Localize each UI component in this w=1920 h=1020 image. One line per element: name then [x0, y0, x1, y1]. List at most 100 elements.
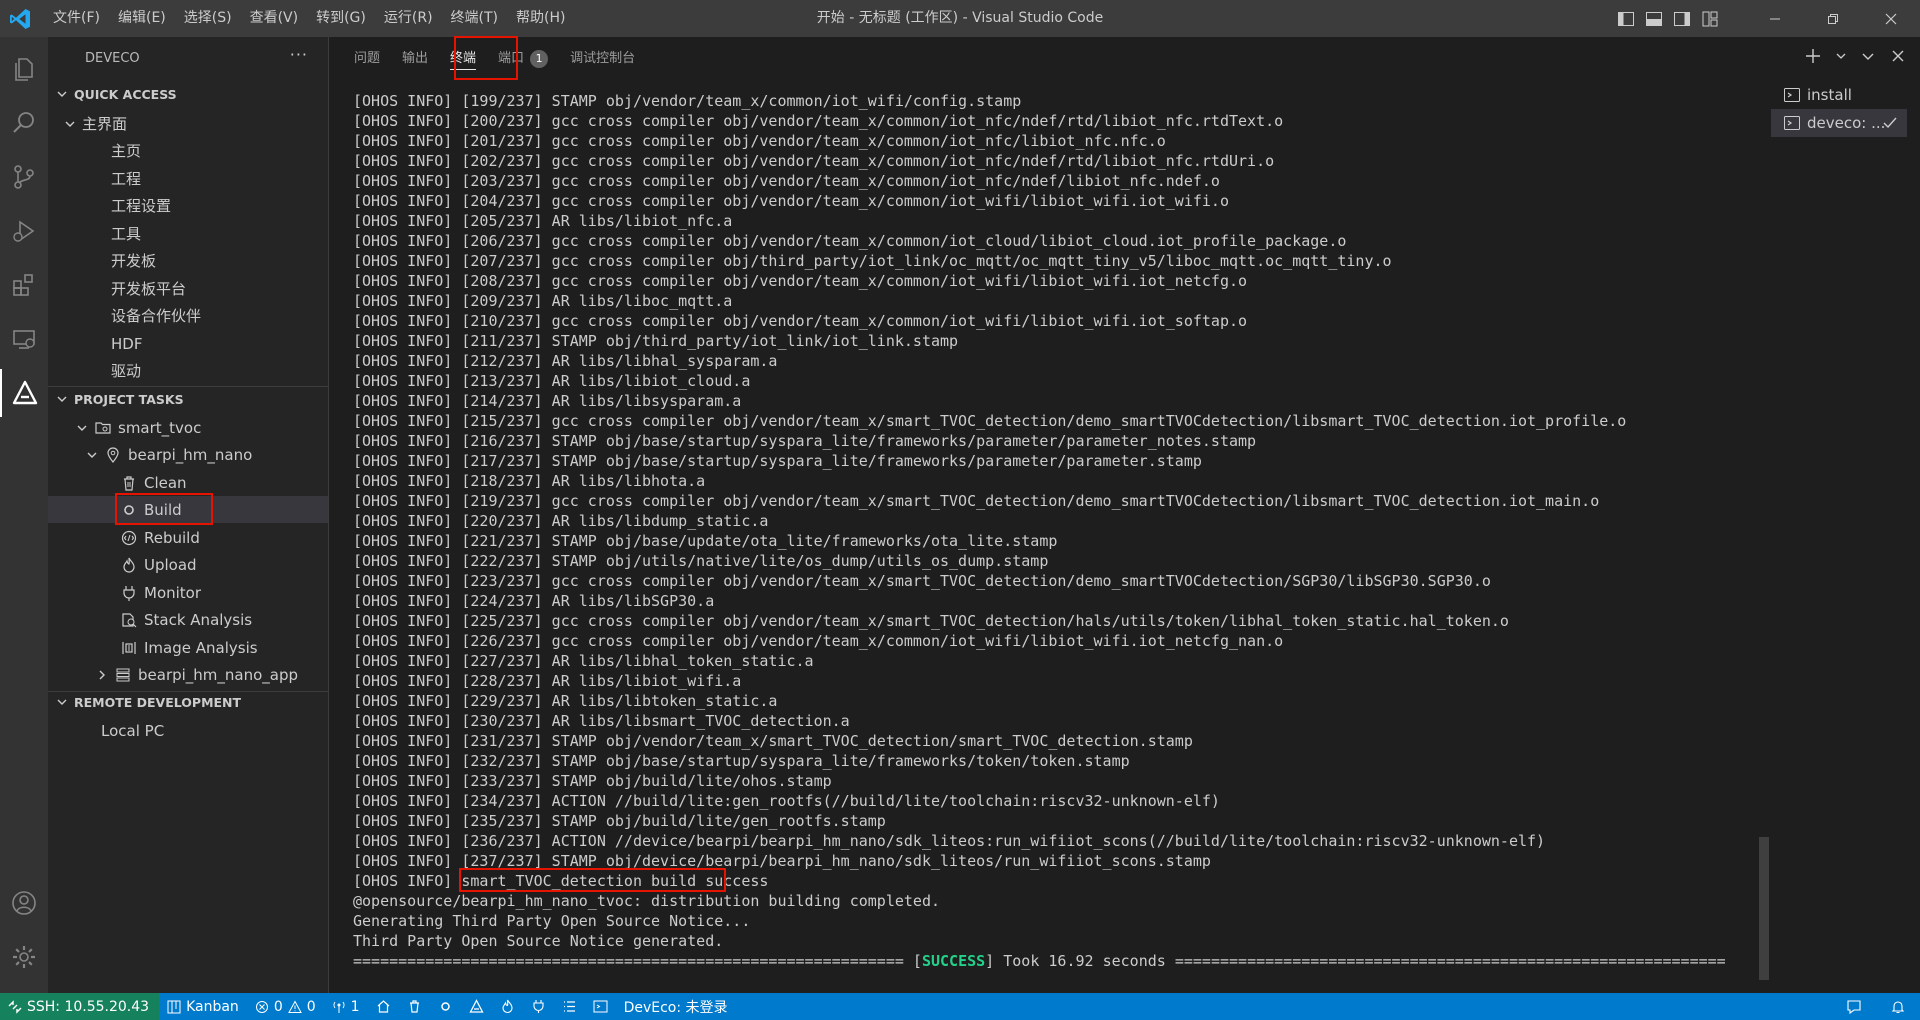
terminal-line: [OHOS INFO] [229/237] AR libs/libtoken_s… [353, 691, 1920, 711]
terminal-line-text: [OHOS INFO] [229/237] AR libs/libtoken_s… [353, 692, 778, 710]
tree-project[interactable]: smart_tvoc [48, 414, 328, 441]
error-icon [255, 1000, 269, 1014]
terminal-line-text: [OHOS INFO] [233/237] STAMP obj/build/li… [353, 772, 832, 790]
terminal-line: [OHOS INFO] [207/237] gcc cross compiler… [353, 251, 1920, 271]
task-clean[interactable]: Clean [48, 469, 328, 496]
terminal-line: [OHOS INFO] [216/237] STAMP obj/base/sta… [353, 431, 1920, 451]
task-upload[interactable]: Upload [48, 551, 328, 578]
restore-icon[interactable] [1804, 0, 1862, 37]
maximize-panel-chevron-icon[interactable] [1860, 47, 1876, 65]
remote-explorer-icon[interactable] [0, 315, 48, 363]
menu-item[interactable]: 运行(R) [375, 0, 442, 37]
search-icon[interactable] [0, 99, 48, 147]
terminal-dropdown-icon[interactable] [1836, 47, 1846, 65]
terminal-icon[interactable] [585, 993, 616, 1020]
terminal-line: [OHOS INFO] [220/237] AR libs/libdump_st… [353, 511, 1920, 531]
run-debug-icon[interactable] [0, 207, 48, 255]
terminal-line: @opensource/bearpi_hm_nano_tvoc: distrib… [353, 891, 1920, 911]
terminal-instance-deveco[interactable]: deveco: ... [1771, 109, 1907, 137]
close-panel-icon[interactable] [1890, 47, 1906, 65]
tree-label: bearpi_hm_nano_app [138, 665, 299, 684]
chevron-down-icon [62, 116, 78, 132]
quick-item[interactable]: 工具 [48, 220, 328, 247]
minimize-icon[interactable] [1746, 0, 1804, 37]
terminal-line-text: [OHOS INFO] [219/237] gcc cross compiler… [353, 492, 1600, 510]
menu-item[interactable]: 文件(F) [44, 0, 109, 37]
task-image-analysis[interactable]: Image Analysis [48, 634, 328, 661]
terminal-line: [OHOS INFO] [200/237] gcc cross compiler… [353, 111, 1920, 131]
customize-layout-icon[interactable] [1700, 9, 1720, 29]
quick-item[interactable]: 主页 [48, 137, 328, 164]
location-pin-icon [104, 446, 122, 464]
terminal-line: [OHOS INFO] [233/237] STAMP obj/build/li… [353, 771, 1920, 791]
tab-problems[interactable]: 问题 [343, 37, 391, 81]
source-control-icon[interactable] [0, 153, 48, 201]
build-circle-icon[interactable] [430, 993, 461, 1020]
quick-item[interactable]: 开发板平台 [48, 275, 328, 302]
toggle-panel-icon[interactable] [1644, 9, 1664, 29]
new-terminal-plus-icon[interactable] [1804, 47, 1822, 65]
task-list-icon[interactable] [554, 993, 585, 1020]
ports-item[interactable]: 1 [324, 993, 368, 1020]
menu-item[interactable]: 终端(T) [442, 0, 507, 37]
deveco-login-status[interactable]: DevEco: 未登录 [616, 993, 736, 1020]
task-monitor[interactable]: Monitor [48, 579, 328, 606]
quick-item[interactable]: 设备合作伙伴 [48, 302, 328, 329]
tree-board[interactable]: bearpi_hm_nano [48, 441, 328, 468]
project-tasks-header[interactable]: PROJECT TASKS [48, 387, 328, 411]
task-stack-analysis[interactable]: Stack Analysis [48, 606, 328, 633]
terminal-instance-install[interactable]: install [1771, 81, 1907, 109]
terminal-line-text: [OHOS INFO] [200/237] gcc cross compiler… [353, 112, 1284, 130]
menu-item[interactable]: 选择(S) [175, 0, 241, 37]
explorer-icon[interactable] [0, 45, 48, 93]
toggle-primary-sidebar-icon[interactable] [1616, 9, 1636, 29]
quick-item[interactable]: 开发板 [48, 247, 328, 274]
tree-app[interactable]: bearpi_hm_nano_app [48, 661, 328, 688]
extensions-icon[interactable] [0, 261, 48, 309]
quick-access-header[interactable]: QUICK ACCESS [48, 82, 328, 106]
notifications-bell-icon[interactable] [1876, 993, 1920, 1020]
more-actions-icon[interactable]: ··· [290, 45, 308, 64]
manage-gear-icon[interactable] [0, 933, 48, 981]
terminal-line: [OHOS INFO] [212/237] AR libs/libhal_sys… [353, 351, 1920, 371]
menu-item[interactable]: 编辑(E) [109, 0, 175, 37]
task-rebuild[interactable]: Rebuild [48, 524, 328, 551]
accounts-icon[interactable] [0, 879, 48, 927]
deveco-icon[interactable] [0, 369, 48, 417]
feedback-icon[interactable] [1832, 993, 1876, 1020]
menu-item[interactable]: 转到(G) [307, 0, 375, 37]
build-highlight-box [115, 493, 213, 525]
quick-item[interactable]: 工程设置 [48, 192, 328, 219]
terminal-line-text: [OHOS INFO] [224/237] AR libs/libSGP30.a [353, 592, 715, 610]
quick-item[interactable]: HDF [48, 330, 328, 357]
menu-item[interactable]: 查看(V) [241, 0, 308, 37]
plug-icon [120, 584, 138, 602]
tree-label: bearpi_hm_nano [128, 445, 253, 464]
home-icon[interactable] [368, 993, 399, 1020]
problems-item[interactable]: 0 0 [247, 993, 324, 1020]
clean-trash-icon[interactable] [399, 993, 430, 1020]
upload-flame-icon[interactable] [492, 993, 523, 1020]
rebuild-icon [120, 529, 138, 547]
close-window-icon[interactable] [1862, 0, 1920, 37]
tree-group-main[interactable]: 主界面 [48, 110, 328, 137]
vscode-logo-icon[interactable] [8, 7, 32, 31]
menu-item[interactable]: 帮助(H) [507, 0, 574, 37]
remote-local-pc[interactable]: Local PC [48, 717, 328, 744]
terminal-line-text: [OHOS INFO] [209/237] AR libs/liboc_mqtt… [353, 292, 733, 310]
terminal-output[interactable]: [OHOS INFO] [199/237] STAMP obj/vendor/t… [353, 91, 1920, 971]
toggle-secondary-sidebar-icon[interactable] [1672, 9, 1692, 29]
remote-development-header[interactable]: REMOTE DEVELOPMENT [48, 690, 328, 714]
deveco-logo-icon[interactable] [461, 993, 492, 1020]
terminal-line: Third Party Open Source Notice generated… [353, 931, 1920, 951]
quick-item[interactable]: 驱动 [48, 357, 328, 384]
monitor-plug-icon[interactable] [523, 993, 554, 1020]
tab-debug-console[interactable]: 调试控制台 [559, 37, 646, 81]
task-label: Rebuild [144, 528, 200, 547]
terminal-scrollbar[interactable] [1759, 837, 1769, 980]
remote-indicator[interactable]: SSH: 10.55.20.43 [0, 993, 160, 1020]
kanban-item[interactable]: Kanban [159, 993, 247, 1020]
terminal-instance-label: deveco: ... [1807, 114, 1886, 132]
quick-item[interactable]: 工程 [48, 165, 328, 192]
tab-output[interactable]: 输出 [391, 37, 439, 81]
